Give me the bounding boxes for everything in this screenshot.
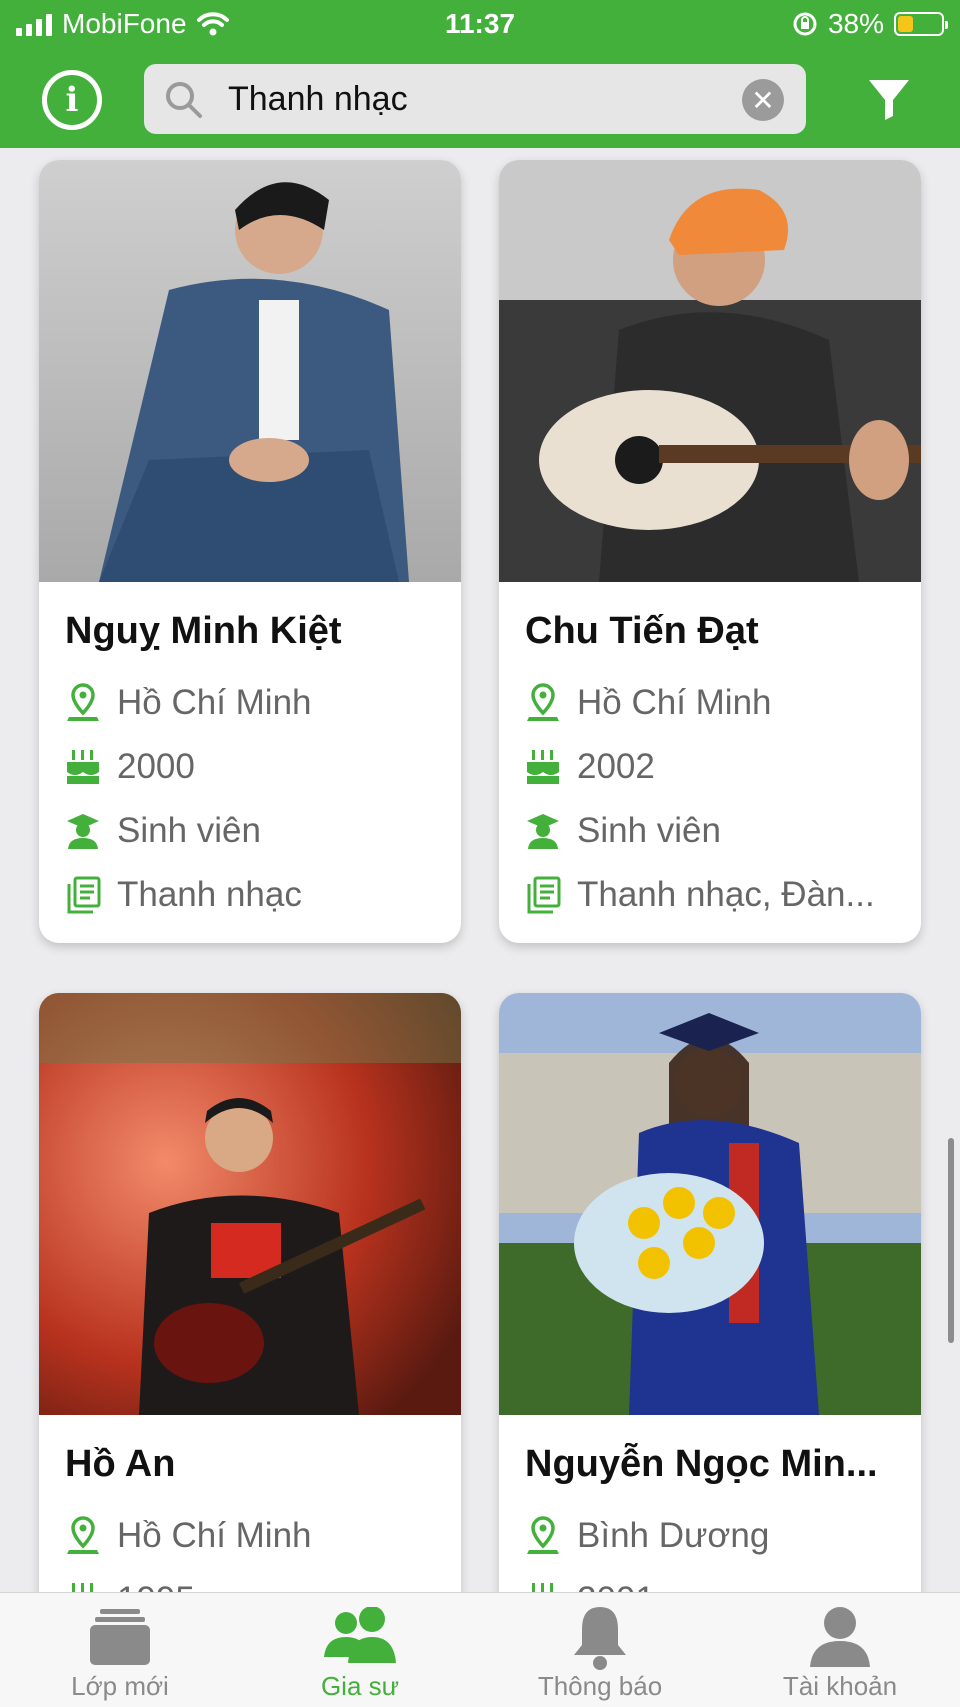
header: i ✕ [0, 56, 960, 144]
tutor-photo [39, 160, 461, 582]
tutor-location-text: Hồ Chí Minh [117, 683, 312, 722]
tutor-occupation-text: Sinh viên [577, 811, 721, 850]
tutor-subjects-text: Thanh nhạc, Đàn... [577, 875, 875, 914]
clear-search-button[interactable]: ✕ [742, 79, 784, 121]
battery-icon [894, 12, 948, 36]
scrollbar[interactable] [948, 1138, 954, 1343]
tutor-card[interactable]: Hồ An Hồ Chí Minh 1995 [39, 993, 461, 1592]
tutors-icon [324, 1607, 396, 1663]
search-input[interactable] [228, 74, 698, 124]
battery-percent: 38% [827, 8, 884, 39]
tutor-birth-year: 1995 [65, 1568, 435, 1592]
tutor-card[interactable]: Nguỵ Minh Kiệt Hồ Chí Minh 2000 Sinh viê… [39, 160, 461, 943]
graduate-icon [527, 814, 559, 849]
tutor-birth-year: 2002 [525, 735, 895, 799]
location-pin-icon [67, 1516, 99, 1554]
info-icon: i [65, 80, 79, 120]
birthday-cake-icon [532, 1583, 553, 1592]
search-icon [166, 82, 202, 118]
tutor-birth-year: 2000 [65, 735, 435, 799]
tutor-card[interactable]: Nguyễn Ngọc Min... Bình Dương 2001 [499, 993, 921, 1592]
tutor-name: Chu Tiến Đạt [525, 610, 759, 652]
tutor-card[interactable]: Chu Tiến Đạt Hồ Chí Minh 2002 Sinh viên … [499, 160, 921, 943]
tutor-location-text: Hồ Chí Minh [117, 1516, 312, 1555]
tab-label: Gia sư [320, 1671, 400, 1701]
account-icon [810, 1607, 870, 1667]
tutor-location: Bình Dương [525, 1504, 895, 1568]
tutor-occupation: Sinh viên [65, 799, 435, 863]
close-icon: ✕ [751, 84, 775, 116]
tutor-birth-year-text: 1995 [117, 1580, 195, 1592]
subjects-book-icon [67, 876, 101, 914]
search-bar: ✕ [144, 64, 806, 134]
tutor-birth-year-text: 2002 [577, 747, 655, 786]
classes-icon [90, 1609, 150, 1665]
tab-new-classes[interactable]: Lớp mới [0, 1593, 240, 1707]
graduate-icon [67, 814, 99, 849]
birthday-cake-icon [72, 1583, 93, 1592]
tutor-name: Nguyễn Ngọc Min... [525, 1443, 878, 1485]
tutor-photo [499, 993, 921, 1415]
tutor-birth-year: 2001 [525, 1568, 895, 1592]
tutor-location: Hồ Chí Minh [525, 671, 895, 735]
rotation-lock-icon [793, 12, 817, 36]
birthday-cake-icon [67, 750, 99, 784]
bell-icon [574, 1607, 626, 1670]
tab-account[interactable]: Tài khoản [720, 1593, 960, 1707]
tutor-photo [499, 160, 921, 582]
tab-label: Lớp mới [71, 1671, 169, 1701]
status-right: 38% [792, 8, 948, 40]
tutor-subjects-text: Thanh nhạc [117, 875, 302, 914]
tutor-location-text: Bình Dương [577, 1516, 770, 1555]
birthday-cake-icon [527, 750, 559, 784]
location-pin-icon [527, 1516, 559, 1554]
info-button[interactable]: i [42, 70, 102, 130]
tab-bar: Lớp mới Gia sư Thông báo Tài khoản [0, 1592, 960, 1707]
tab-tutors[interactable]: Gia sư [240, 1593, 480, 1707]
tutor-location: Hồ Chí Minh [65, 671, 435, 735]
tab-label: Tài khoản [782, 1671, 898, 1701]
tutor-name: Hồ An [65, 1443, 176, 1485]
status-bar: MobiFone 11:37 38% [0, 0, 960, 50]
filter-icon[interactable] [866, 76, 912, 122]
tutor-list: Nguỵ Minh Kiệt Hồ Chí Minh 2000 Sinh viê… [0, 148, 960, 1592]
tab-label: Thông báo [537, 1671, 663, 1701]
tutor-location: Hồ Chí Minh [65, 1504, 435, 1568]
tutor-birth-year-text: 2000 [117, 747, 195, 786]
tutor-location-text: Hồ Chí Minh [577, 683, 772, 722]
location-pin-icon [527, 683, 559, 721]
tutor-occupation-text: Sinh viên [117, 811, 261, 850]
tutor-occupation: Sinh viên [525, 799, 895, 863]
tutor-photo [39, 993, 461, 1415]
tutor-birth-year-text: 2001 [577, 1580, 655, 1592]
tutor-subjects: Thanh nhạc [65, 863, 435, 927]
tutor-subjects: Thanh nhạc, Đàn... [525, 863, 895, 927]
tab-notifications[interactable]: Thông báo [480, 1593, 720, 1707]
subjects-book-icon [527, 876, 561, 914]
location-pin-icon [67, 683, 99, 721]
top-bar: MobiFone 11:37 38% i Thanh nhạc ✕ [0, 0, 960, 148]
tutor-name: Nguỵ Minh Kiệt [65, 610, 342, 652]
